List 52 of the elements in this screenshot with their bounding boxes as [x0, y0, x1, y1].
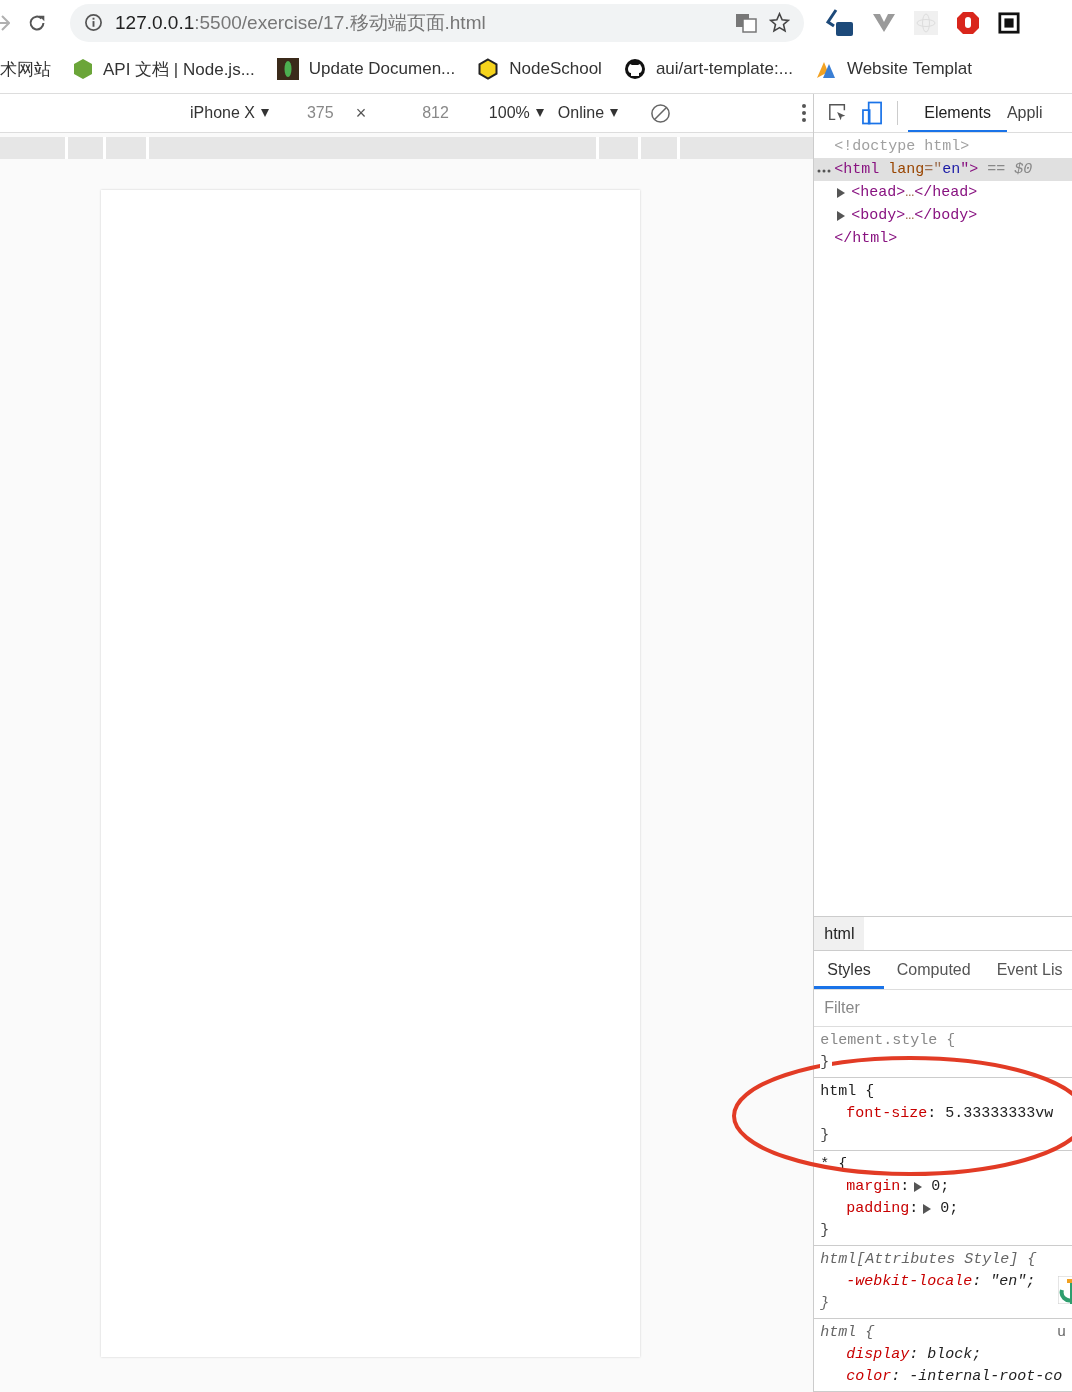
network-dropdown[interactable]: Online	[557, 104, 619, 122]
css-selector: html[Attributes Style] {	[820, 1250, 1037, 1270]
hexagon-icon	[73, 58, 93, 80]
bookmark[interactable]: aui/art-template:...	[623, 58, 793, 80]
bookmark[interactable]: API 文档 | Node.js...	[73, 57, 255, 81]
styles-tab[interactable]: Computed	[883, 951, 984, 989]
zoom-dropdown[interactable]: 100%	[488, 104, 544, 122]
styles-tab[interactable]: Styles	[814, 951, 884, 989]
url-text: 127.0.0.1:5500/exercise/17.移动端页面.html	[115, 10, 487, 35]
styles-tab[interactable]: Event Lis	[983, 951, 1072, 989]
translate-icon[interactable]	[735, 12, 757, 33]
expand-arrow-icon[interactable]	[837, 187, 846, 198]
css-declaration: -webkit-locale: "en";	[845, 1272, 1037, 1292]
dom-node-row[interactable]: <head>…</head>	[814, 181, 1072, 204]
bookmark[interactable]: 术网站	[0, 57, 51, 81]
leaf-icon	[276, 58, 299, 80]
times-sign: ×	[355, 102, 367, 124]
ellipsis-icon[interactable]	[817, 169, 832, 173]
dom-node-row[interactable]: <body>…</body>	[814, 204, 1072, 227]
rotate-icon[interactable]	[650, 102, 672, 124]
address-bar[interactable]: 127.0.0.1:5500/exercise/17.移动端页面.html	[70, 3, 804, 42]
info-icon[interactable]	[84, 13, 103, 32]
css-declaration: margin: 0;	[845, 1177, 951, 1197]
width-field[interactable]: 375	[306, 104, 334, 122]
expand-arrow-icon[interactable]	[914, 1182, 923, 1192]
square-extension-icon[interactable]	[998, 11, 1020, 34]
star-icon[interactable]	[769, 12, 790, 33]
more-icon[interactable]	[801, 103, 808, 123]
css-declaration: padding: 0;	[845, 1199, 960, 1219]
device-dropdown[interactable]: iPhone X	[190, 104, 269, 122]
github-icon	[623, 58, 646, 80]
bookmark[interactable]: NodeSchool	[477, 58, 602, 80]
css-selector: html {	[820, 1082, 875, 1102]
css-selector: html {	[820, 1323, 875, 1343]
v-extension-icon[interactable]	[872, 12, 896, 33]
panel-tab[interactable]: Elements	[908, 94, 1007, 132]
height-field[interactable]: 812	[422, 104, 449, 122]
breadcrumb-item[interactable]: html	[814, 917, 865, 950]
panel-tab[interactable]: Appli	[1006, 94, 1043, 132]
css-declaration: display: block;	[845, 1345, 983, 1365]
source-link[interactable]: u	[1057, 1322, 1066, 1344]
dom-node-row[interactable]: </html>	[814, 227, 1072, 250]
hexagon-icon	[477, 58, 500, 80]
dom-node-row[interactable]: <html lang="en"> == $0	[814, 158, 1072, 181]
css-declaration: color: -internal-root-co	[845, 1367, 1064, 1387]
expand-arrow-icon[interactable]	[923, 1204, 932, 1214]
css-declaration: font-size: 5.33333333vw	[845, 1104, 1055, 1124]
css-selector: element.style {	[820, 1031, 956, 1051]
device-toggle-icon[interactable]	[862, 101, 884, 125]
expand-arrow-icon[interactable]	[837, 210, 846, 221]
bookmark[interactable]: Update Documen...	[276, 58, 456, 80]
bookmark[interactable]: Website Templat	[814, 58, 972, 80]
